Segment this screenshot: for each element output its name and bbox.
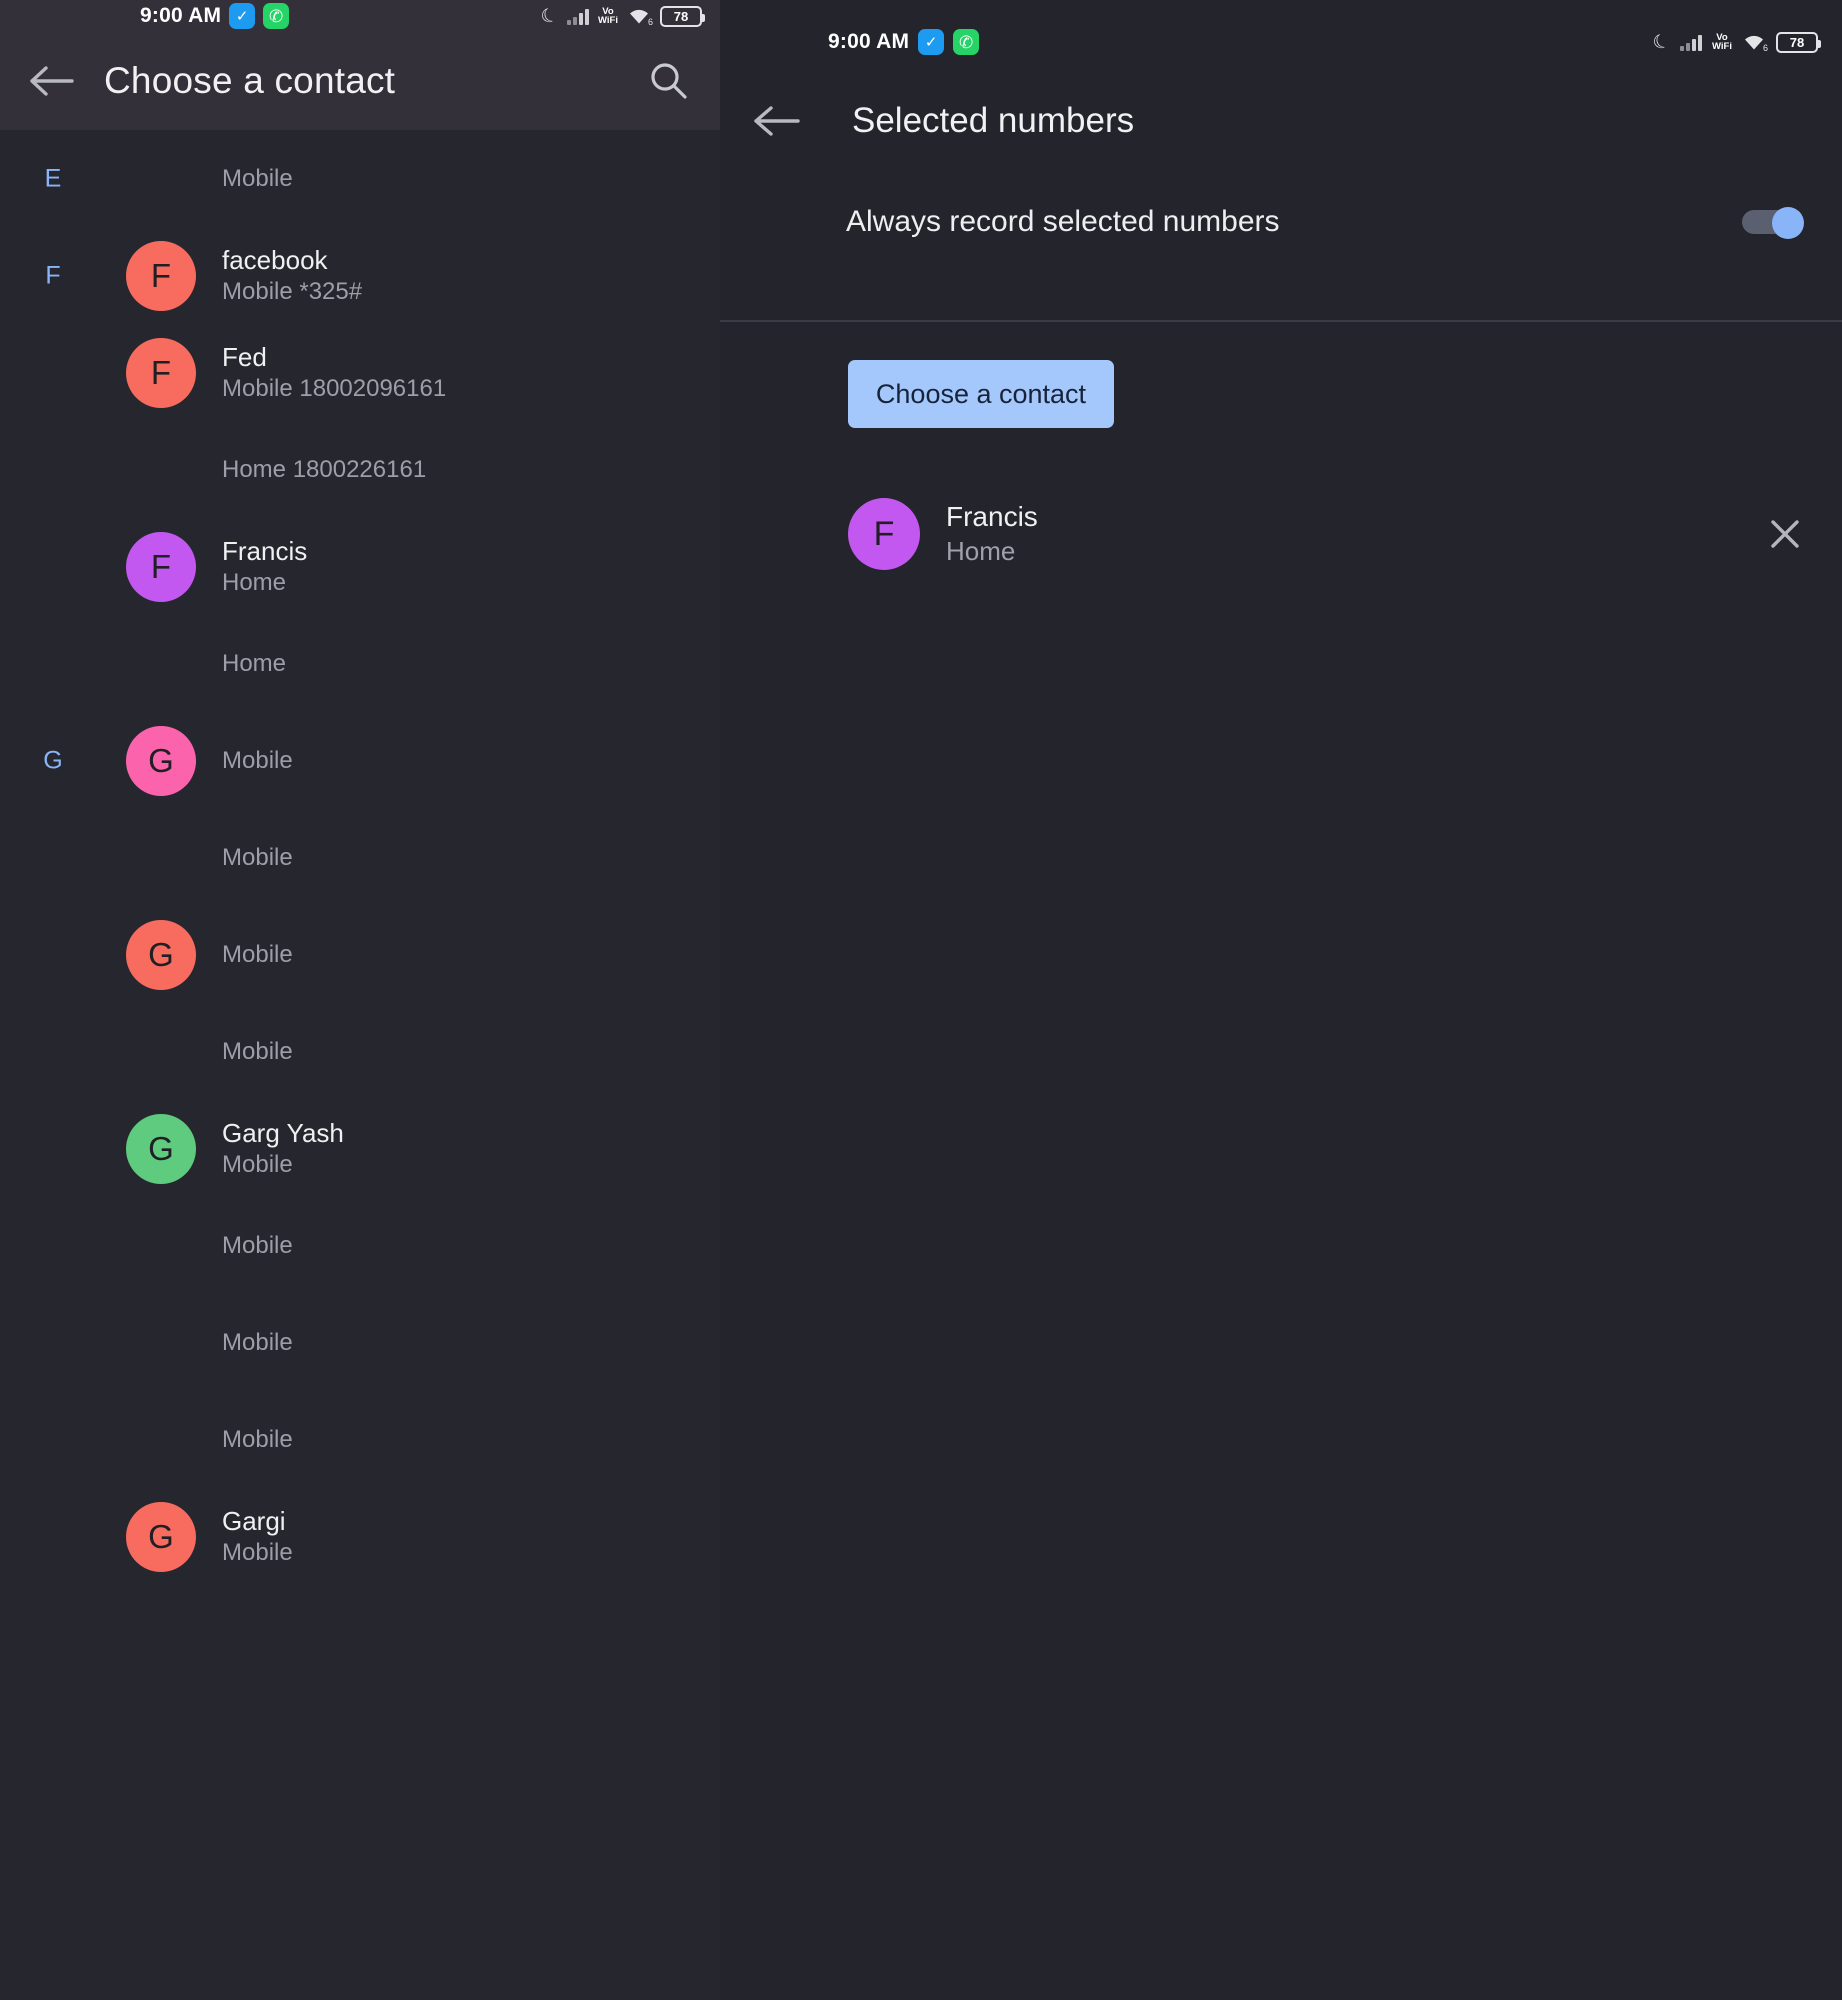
cellular-signal-icon — [567, 8, 590, 25]
status-bar-right-left-group: 9:00 AM ✓ ✆ — [828, 29, 980, 55]
avatar: F — [126, 531, 196, 602]
contact-number-label: Mobile — [222, 1328, 293, 1356]
contact-number-label: Mobile — [222, 746, 293, 774]
cellular-signal-icon — [1680, 34, 1703, 51]
contact-name: Garg Yash — [222, 1117, 344, 1148]
wifi-generation-label: 6 — [647, 17, 653, 27]
section-divider — [720, 320, 1842, 322]
contact-number-label: Mobile — [222, 1425, 293, 1453]
avatar: G — [126, 919, 196, 990]
wifi-icon: 6 — [627, 7, 653, 27]
contact-row-text: facebook Mobile *325# — [222, 244, 362, 308]
contact-number-label: Home 1800226161 — [222, 455, 427, 483]
contact-name: Fed — [222, 341, 267, 372]
contact-name: Gargi — [222, 1505, 286, 1536]
contact-name: Francis — [222, 535, 308, 566]
alpha-index-f[interactable]: F — [38, 261, 68, 290]
close-icon[interactable] — [1760, 509, 1810, 559]
battery-icon: 78 — [660, 5, 705, 27]
volte-line-2: WiFi — [1712, 41, 1732, 52]
page-title: Choose a contact — [104, 60, 396, 101]
avatar: G — [126, 1501, 196, 1572]
contact-number-label: Mobile *325# — [222, 278, 363, 306]
dual-screenshot-canvas: 9:00 AM ✓ ✆ ☾ Vo WiFi 6 78 Choose a cont… — [0, 0, 1842, 2000]
volte-wifi-icon: Vo WiFi — [598, 7, 618, 26]
back-arrow-icon[interactable] — [26, 56, 76, 106]
wifi-generation-label: 6 — [1762, 43, 1768, 53]
selected-contact-row[interactable]: F Francis Home — [720, 478, 1842, 590]
battery-percent-label: 78 — [1789, 34, 1805, 50]
contact-name: facebook — [222, 244, 328, 275]
battery-icon: 78 — [1776, 31, 1821, 53]
alpha-index-e[interactable]: E — [38, 164, 68, 193]
status-bar-right-pane: 9:00 AM ✓ ✆ ☾ Vo WiFi 6 78 — [720, 22, 1842, 62]
verified-badge-icon: ✓ — [229, 3, 256, 29]
contact-row-text: Gargi Mobile — [222, 1505, 293, 1569]
wifi-icon: 6 — [1742, 33, 1768, 53]
contact-number-label: Home — [222, 649, 287, 677]
whatsapp-badge-icon: ✆ — [953, 29, 980, 55]
contact-number-label: Mobile — [222, 843, 293, 871]
toggle-thumb — [1772, 207, 1804, 239]
contact-row-text: Francis Home — [222, 535, 307, 599]
contact-number-label: Home — [222, 569, 287, 597]
avatar: G — [126, 725, 196, 796]
status-bar-left: 9:00 AM ✓ ✆ ☾ Vo WiFi 6 78 — [0, 0, 720, 32]
search-icon[interactable] — [644, 56, 694, 106]
choose-a-contact-button[interactable]: Choose a contact — [848, 360, 1114, 428]
contact-row-text: Garg Yash Mobile — [222, 1117, 344, 1181]
verified-badge-icon: ✓ — [918, 29, 945, 55]
status-bar-right-group: ☾ Vo WiFi 6 78 — [537, 3, 705, 29]
contact-number-label: Mobile — [222, 1539, 293, 1567]
whatsapp-badge-icon: ✆ — [263, 3, 290, 29]
contact-number-label: Mobile — [222, 1037, 293, 1065]
status-bar-right-right-group: ☾ Vo WiFi 6 78 — [1649, 29, 1821, 55]
avatar: F — [126, 337, 196, 408]
selected-contact-label: Home — [946, 536, 1016, 567]
contact-number-label: Mobile — [222, 164, 293, 192]
always-record-setting-row[interactable]: Always record selected numbers — [720, 176, 1842, 268]
selected-contact-text: Francis Home — [946, 499, 1038, 569]
status-bar-left-group: 9:00 AM ✓ ✆ — [140, 3, 290, 29]
left-app-bar: Choose a contact — [0, 32, 720, 130]
status-time-right: 9:00 AM — [828, 30, 910, 53]
status-time: 9:00 AM — [140, 4, 222, 27]
contact-number-label: Mobile — [222, 940, 293, 968]
volte-wifi-icon: Vo WiFi — [1712, 33, 1732, 52]
contact-number-label: Mobile 18002096161 — [222, 375, 447, 403]
alpha-index-g[interactable]: G — [38, 746, 68, 775]
avatar: F — [126, 240, 196, 311]
contact-row-text: Fed Mobile 18002096161 — [222, 341, 446, 405]
moon-icon: ☾ — [1649, 29, 1674, 55]
battery-percent-label: 78 — [673, 8, 689, 24]
moon-icon: ☾ — [537, 3, 562, 29]
contact-number-label: Mobile — [222, 1151, 293, 1179]
selected-contact-name: Francis — [946, 500, 1038, 532]
right-app-bar: Selected numbers — [720, 78, 1842, 164]
always-record-label: Always record selected numbers — [846, 205, 1280, 238]
contact-number-label: Mobile — [222, 1231, 293, 1259]
volte-line-2: WiFi — [598, 15, 618, 26]
always-record-toggle[interactable] — [1742, 207, 1804, 239]
page-title: Selected numbers — [852, 101, 1135, 140]
selected-numbers-screen: 9:00 AM ✓ ✆ ☾ Vo WiFi 6 78 Selected numb… — [720, 0, 1842, 2000]
avatar: F — [848, 498, 920, 570]
back-arrow-icon[interactable] — [748, 93, 804, 149]
avatar: G — [126, 1113, 196, 1184]
